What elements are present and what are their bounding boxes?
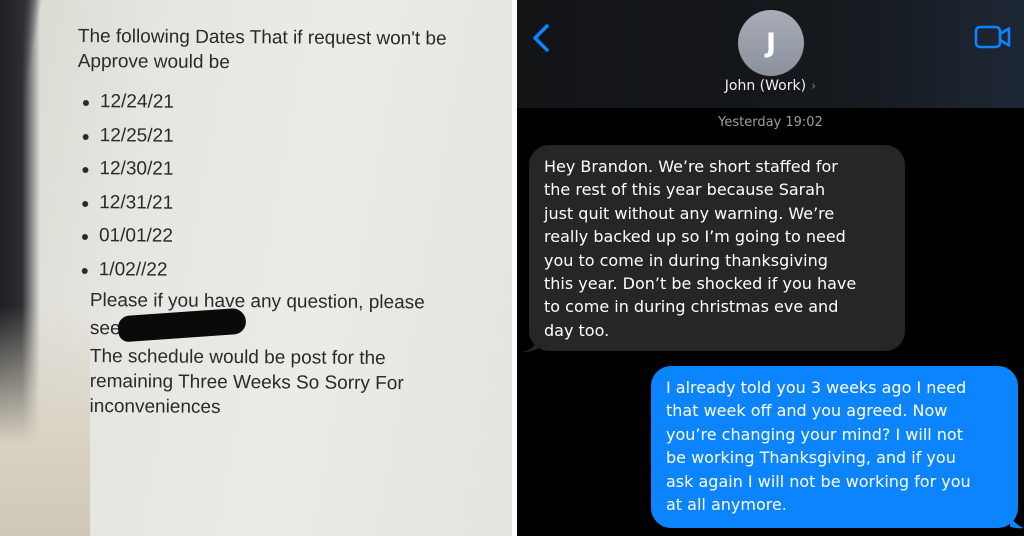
- chevron-right-icon: ›: [811, 79, 817, 94]
- conversation-header: J John (Work) ›: [517, 0, 1024, 108]
- list-item: 12/25/21: [80, 124, 174, 160]
- imessage-screenshot: J John (Work) › Yesterday 19:02 Hey Brand…: [517, 0, 1024, 536]
- avatar-initial: J: [765, 27, 777, 59]
- video-camera-icon: [974, 25, 1011, 49]
- outgoing-message-bubble[interactable]: I already told you 3 weeks ago I need th…: [651, 366, 1018, 528]
- date-text: 01/01/22: [98, 225, 174, 248]
- contact-name-row[interactable]: John (Work) ›: [517, 78, 1024, 94]
- date-text: 12/31/21: [99, 191, 174, 214]
- back-button[interactable]: [527, 22, 557, 54]
- bullet-icon: [81, 234, 89, 241]
- message-timestamp: Yesterday 19:02: [718, 115, 823, 130]
- date-text: 12/24/21: [99, 91, 174, 113]
- bullet-icon: [82, 100, 89, 107]
- blocked-dates-list: 12/24/21 12/25/21 12/30/21 12/31/21 01/0…: [79, 91, 174, 294]
- photo-floor-background: [0, 306, 90, 536]
- list-item: 12/30/21: [79, 158, 174, 193]
- date-text: 12/25/21: [99, 124, 174, 147]
- schedule-note: The schedule would be post for the remai…: [89, 345, 404, 418]
- contact-avatar[interactable]: J: [738, 10, 804, 76]
- notice-photo: The following Dates That if request won'…: [0, 0, 512, 536]
- question-line: see: [89, 317, 121, 340]
- video-call-button[interactable]: [974, 24, 1012, 50]
- chevron-left-icon: [533, 24, 549, 52]
- bullet-icon: [81, 267, 88, 275]
- list-item: 12/31/21: [79, 191, 174, 227]
- incoming-message-bubble[interactable]: Hey Brandon. We’re short staffed for the…: [529, 145, 905, 351]
- list-item: 01/01/22: [79, 226, 173, 260]
- contact-name: John (Work): [724, 78, 807, 94]
- bullet-icon: [82, 200, 89, 207]
- date-text: 12/30/21: [99, 158, 174, 180]
- notice-heading: The following Dates That if request won'…: [77, 25, 447, 74]
- bullet-icon: [82, 167, 89, 174]
- date-text: 1/02//22: [98, 259, 168, 281]
- list-item: 12/24/21: [80, 91, 174, 126]
- bullet-icon: [82, 133, 89, 140]
- question-line: Please if you have any question, please: [89, 289, 425, 314]
